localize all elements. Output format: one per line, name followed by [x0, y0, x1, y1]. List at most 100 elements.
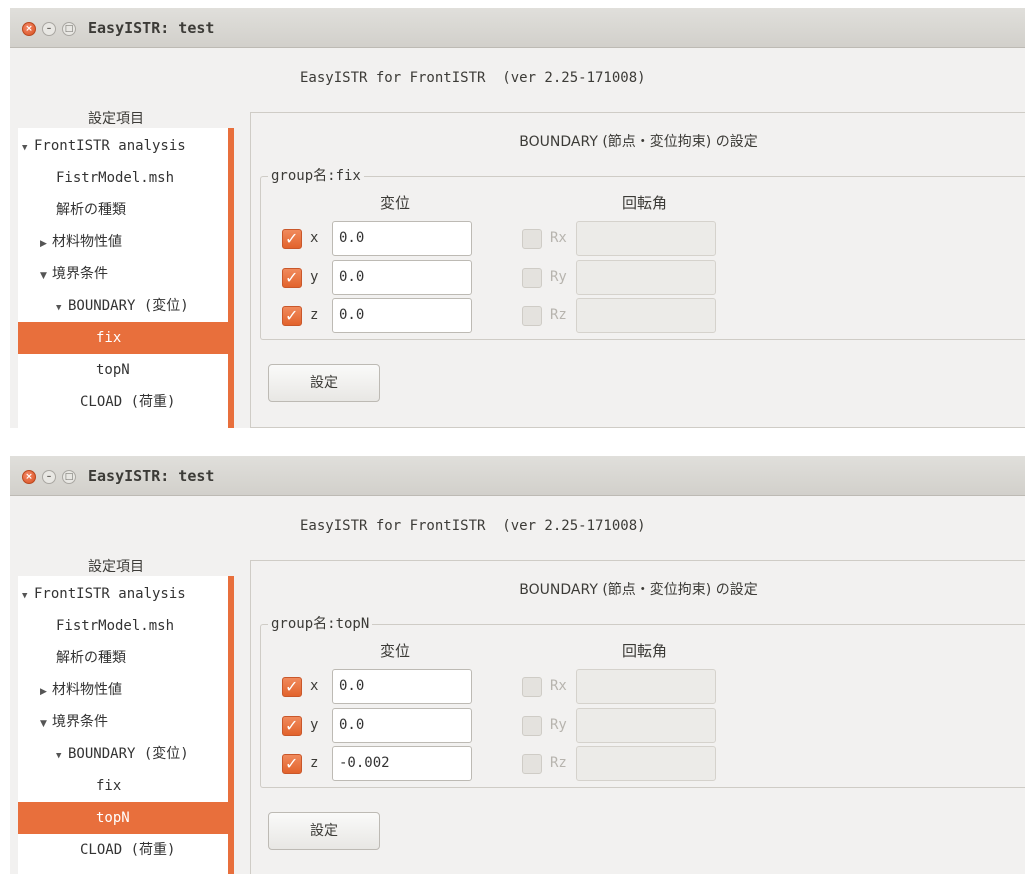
label-x: x	[310, 678, 319, 694]
tree-item-fix[interactable]: fix	[18, 770, 228, 802]
expand-triangle-icon[interactable]: ▼	[56, 292, 68, 324]
checkbox-ry[interactable]	[522, 268, 542, 288]
tree-item-model-file[interactable]: FistrModel.msh	[18, 162, 228, 194]
label-x: x	[310, 230, 319, 246]
input-y[interactable]: 0.0	[332, 260, 472, 295]
tree-item-label: 解析の種類	[56, 650, 126, 666]
minimize-window-button[interactable]: –	[42, 470, 56, 484]
tree-item-fix[interactable]: fix	[18, 322, 228, 354]
label-rz: Rz	[550, 755, 567, 771]
tree-item-label: fix	[96, 330, 122, 346]
expand-triangle-icon[interactable]: ▼	[56, 740, 68, 772]
tree-item-label: 材料物性値	[52, 682, 122, 698]
tree-item-label: 境界条件	[52, 266, 108, 282]
expand-triangle-icon[interactable]: ▼	[40, 260, 52, 292]
check-icon: ✓	[285, 229, 299, 248]
window-titlebar: × – □ EasyISTR: test	[10, 8, 1025, 48]
window-fix: × – □ EasyISTR: test EasyISTR for FrontI…	[10, 8, 1025, 428]
checkbox-rx[interactable]	[522, 677, 542, 697]
group-label: group名:topN	[268, 613, 373, 633]
label-y: y	[310, 717, 319, 733]
input-rx[interactable]	[576, 221, 716, 256]
minimize-icon: –	[46, 24, 52, 34]
checkbox-x[interactable]: ✓	[282, 677, 302, 697]
tree-item-label: 境界条件	[52, 714, 108, 730]
tree-item-cload[interactable]: CLOAD (荷重)	[18, 386, 228, 418]
checkbox-z[interactable]: ✓	[282, 306, 302, 326]
input-y[interactable]: 0.0	[332, 708, 472, 743]
checkbox-z[interactable]: ✓	[282, 754, 302, 774]
tree-item-label: BOUNDARY (変位)	[68, 746, 189, 762]
minimize-window-button[interactable]: –	[42, 22, 56, 36]
input-x[interactable]: 0.0	[332, 221, 472, 256]
label-rx: Rx	[550, 678, 567, 694]
label-rz: Rz	[550, 307, 567, 323]
tree-item-label: 材料物性値	[52, 234, 122, 250]
expand-triangle-icon[interactable]: ▼	[22, 580, 34, 612]
tree-item-material[interactable]: ▶ 材料物性値	[18, 226, 228, 258]
tree-header: 設定項目	[88, 559, 144, 575]
tree-item-cload[interactable]: CLOAD (荷重)	[18, 834, 228, 866]
tree-item-boundary[interactable]: ▼ BOUNDARY (変位)	[18, 738, 228, 770]
close-window-button[interactable]: ×	[22, 22, 36, 36]
label-rx: Rx	[550, 230, 567, 246]
input-ry[interactable]	[576, 708, 716, 743]
tree-item-label: CLOAD (荷重)	[80, 842, 176, 858]
set-button[interactable]: 設定	[268, 364, 380, 402]
app-title: EasyISTR for FrontISTR (ver 2.25-171008)	[300, 518, 646, 534]
label-z: z	[310, 755, 319, 771]
maximize-window-button[interactable]: □	[62, 22, 76, 36]
label-ry: Ry	[550, 717, 567, 733]
checkbox-ry[interactable]	[522, 716, 542, 736]
expand-triangle-icon[interactable]: ▼	[40, 708, 52, 740]
tree-item-boundary-conditions[interactable]: ▼ 境界条件	[18, 258, 228, 290]
checkbox-rz[interactable]	[522, 754, 542, 774]
app-title: EasyISTR for FrontISTR (ver 2.25-171008)	[300, 70, 646, 86]
input-rx[interactable]	[576, 669, 716, 704]
tree-item-material[interactable]: ▶ 材料物性値	[18, 674, 228, 706]
tree-item-topn[interactable]: topN	[18, 354, 228, 386]
tree-item-label: topN	[96, 362, 130, 378]
settings-tree: ▼ FrontISTR analysis FistrModel.msh 解析の種類…	[18, 128, 234, 428]
input-z[interactable]: -0.002	[332, 746, 472, 781]
expand-triangle-icon[interactable]: ▼	[22, 132, 34, 164]
input-ry[interactable]	[576, 260, 716, 295]
checkbox-y[interactable]: ✓	[282, 716, 302, 736]
tree-item-boundary[interactable]: ▼ BOUNDARY (変位)	[18, 290, 228, 322]
checkbox-rz[interactable]	[522, 306, 542, 326]
checkbox-rx[interactable]	[522, 229, 542, 249]
displacement-header: 変位	[380, 642, 411, 660]
collapsed-triangle-icon[interactable]: ▶	[40, 228, 52, 260]
tree-item-topn[interactable]: topN	[18, 802, 228, 834]
tree-item-frontistr-analysis[interactable]: ▼ FrontISTR analysis	[18, 578, 228, 610]
checkbox-y[interactable]: ✓	[282, 268, 302, 288]
close-icon: ×	[25, 24, 33, 34]
window-titlebar: × – □ EasyISTR: test	[10, 456, 1025, 496]
tree-item-label: CLOAD (荷重)	[80, 394, 176, 410]
input-z[interactable]: 0.0	[332, 298, 472, 333]
input-rz[interactable]	[576, 746, 716, 781]
maximize-icon: □	[64, 24, 74, 34]
tree-item-boundary-conditions[interactable]: ▼ 境界条件	[18, 706, 228, 738]
input-x[interactable]: 0.0	[332, 669, 472, 704]
set-button[interactable]: 設定	[268, 812, 380, 850]
rotation-header: 回転角	[622, 194, 668, 212]
tree-item-analysis-type[interactable]: 解析の種類	[18, 642, 228, 674]
input-rz[interactable]	[576, 298, 716, 333]
window-topn: × – □ EasyISTR: test EasyISTR for FrontI…	[10, 456, 1025, 874]
checkbox-x[interactable]: ✓	[282, 229, 302, 249]
collapsed-triangle-icon[interactable]: ▶	[40, 676, 52, 708]
window-title: EasyISTR: test	[88, 19, 215, 37]
maximize-window-button[interactable]: □	[62, 470, 76, 484]
check-icon: ✓	[285, 268, 299, 287]
tree-item-frontistr-analysis[interactable]: ▼ FrontISTR analysis	[18, 130, 228, 162]
check-icon: ✓	[285, 754, 299, 773]
minimize-icon: –	[46, 472, 52, 482]
close-window-button[interactable]: ×	[22, 470, 36, 484]
tree-item-model-file[interactable]: FistrModel.msh	[18, 610, 228, 642]
check-icon: ✓	[285, 306, 299, 325]
tree-item-label: BOUNDARY (変位)	[68, 298, 189, 314]
tree-item-label: FistrModel.msh	[56, 170, 175, 186]
tree-item-analysis-type[interactable]: 解析の種類	[18, 194, 228, 226]
maximize-icon: □	[64, 472, 74, 482]
